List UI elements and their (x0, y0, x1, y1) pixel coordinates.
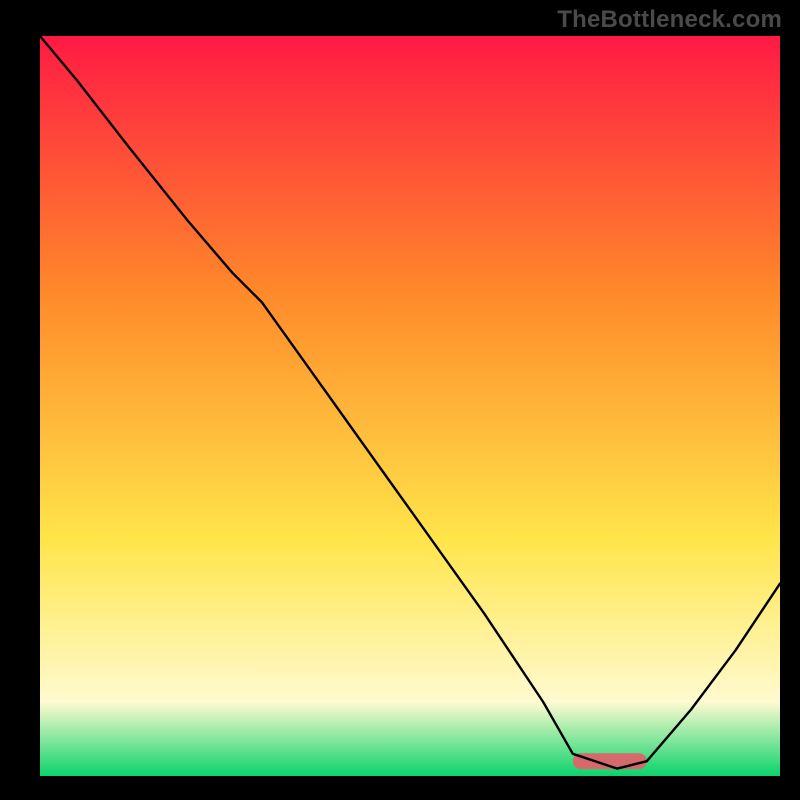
plot-area (40, 36, 780, 776)
gradient-background (40, 36, 780, 776)
chart-svg (40, 36, 780, 776)
chart-frame: TheBottleneck.com (0, 0, 800, 800)
watermark-text: TheBottleneck.com (557, 6, 782, 34)
